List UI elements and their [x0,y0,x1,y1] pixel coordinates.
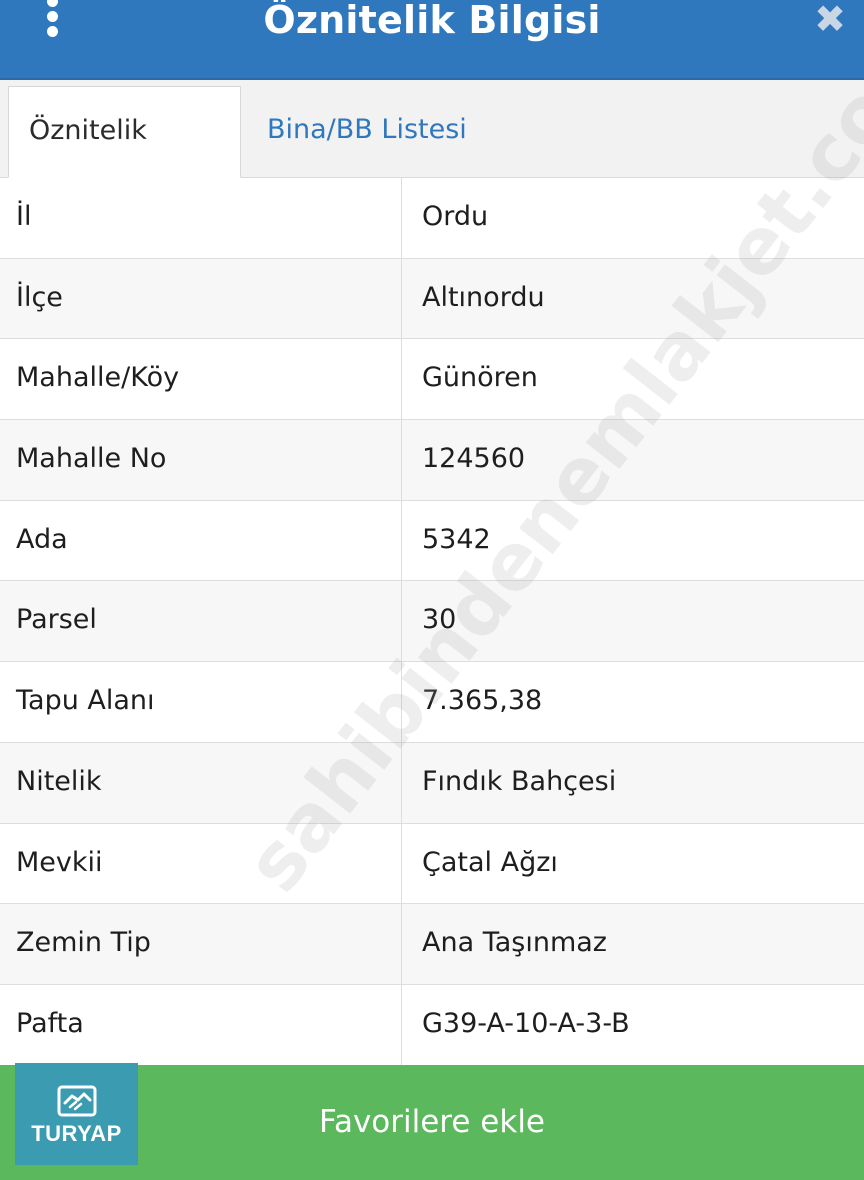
column-divider [401,742,402,823]
tab-bar: Öznitelik Bilgisi Bina/BB Listesi [0,80,864,234]
table-row: Tapu Alanı 7.365,38 [0,662,864,743]
close-icon[interactable]: ✖ [812,0,848,38]
table-row: Parsel 30 [0,581,864,663]
row-value: 124560 [422,443,526,475]
column-divider [401,500,402,581]
row-value: 30 [422,604,457,636]
column-divider [401,904,402,984]
table-row: Mahalle/Köy Günören [0,339,864,421]
column-divider [401,339,402,420]
column-divider [401,823,402,904]
row-key: Pafta [16,1007,84,1039]
column-divider [401,178,402,258]
row-key: Mevkii [16,846,103,878]
tab-oznitelik-bilgisi[interactable]: Öznitelik Bilgisi [8,86,241,234]
logo-text: TURYAP [31,1121,122,1146]
row-key: Ada [16,523,68,555]
row-value: Ordu [422,201,489,232]
row-value: 5342 [422,523,491,555]
table-row: İlçe Altınordu [0,258,864,340]
column-divider [401,662,402,742]
row-key: Mahalle/Köy [16,362,180,394]
row-key: Zemin Tip [16,927,151,959]
header-bar: Öznitelik Bilgisi ✖ [0,0,864,80]
attribute-table: İl Ordu İlçe Altınordu Mahalle/Köy Günör… [0,178,864,1066]
row-value: Altınordu [422,281,545,313]
column-divider [401,984,402,1065]
row-key: İl [16,201,32,232]
column-divider [401,258,402,339]
row-value: G39-A-10-A-3-B [422,1007,630,1039]
row-value: Fındık Bahçesi [422,765,617,797]
table-row: Mevkii Çatal Ağzı [0,823,864,905]
table-row: Nitelik Fındık Bahçesi [0,742,864,824]
turyap-logo: TURYAP [15,1063,138,1165]
tab-bina-bb-listesi[interactable]: Bina/BB Listesi [247,86,487,178]
row-value: 7.365,38 [422,685,543,717]
table-row: Mahalle No 124560 [0,420,864,501]
row-key: Tapu Alanı [16,685,155,717]
dialog-title: Öznitelik Bilgisi [263,0,601,42]
row-value: Ana Taşınmaz [422,927,607,959]
table-row: Pafta G39-A-10-A-3-B [0,984,864,1066]
table-row: Ada 5342 [0,500,864,582]
row-key: Mahalle No [16,443,167,475]
row-value: Çatal Ağzı [422,846,558,878]
row-value: Günören [422,362,538,394]
column-divider [401,581,402,662]
table-row: Zemin Tip Ana Taşınmaz [0,904,864,985]
row-key: Nitelik [16,765,102,797]
handshake-icon [57,1085,97,1117]
column-divider [401,420,402,500]
row-key: Parsel [16,604,97,636]
row-key: İlçe [16,281,63,313]
table-row: İl Ordu [0,178,864,259]
